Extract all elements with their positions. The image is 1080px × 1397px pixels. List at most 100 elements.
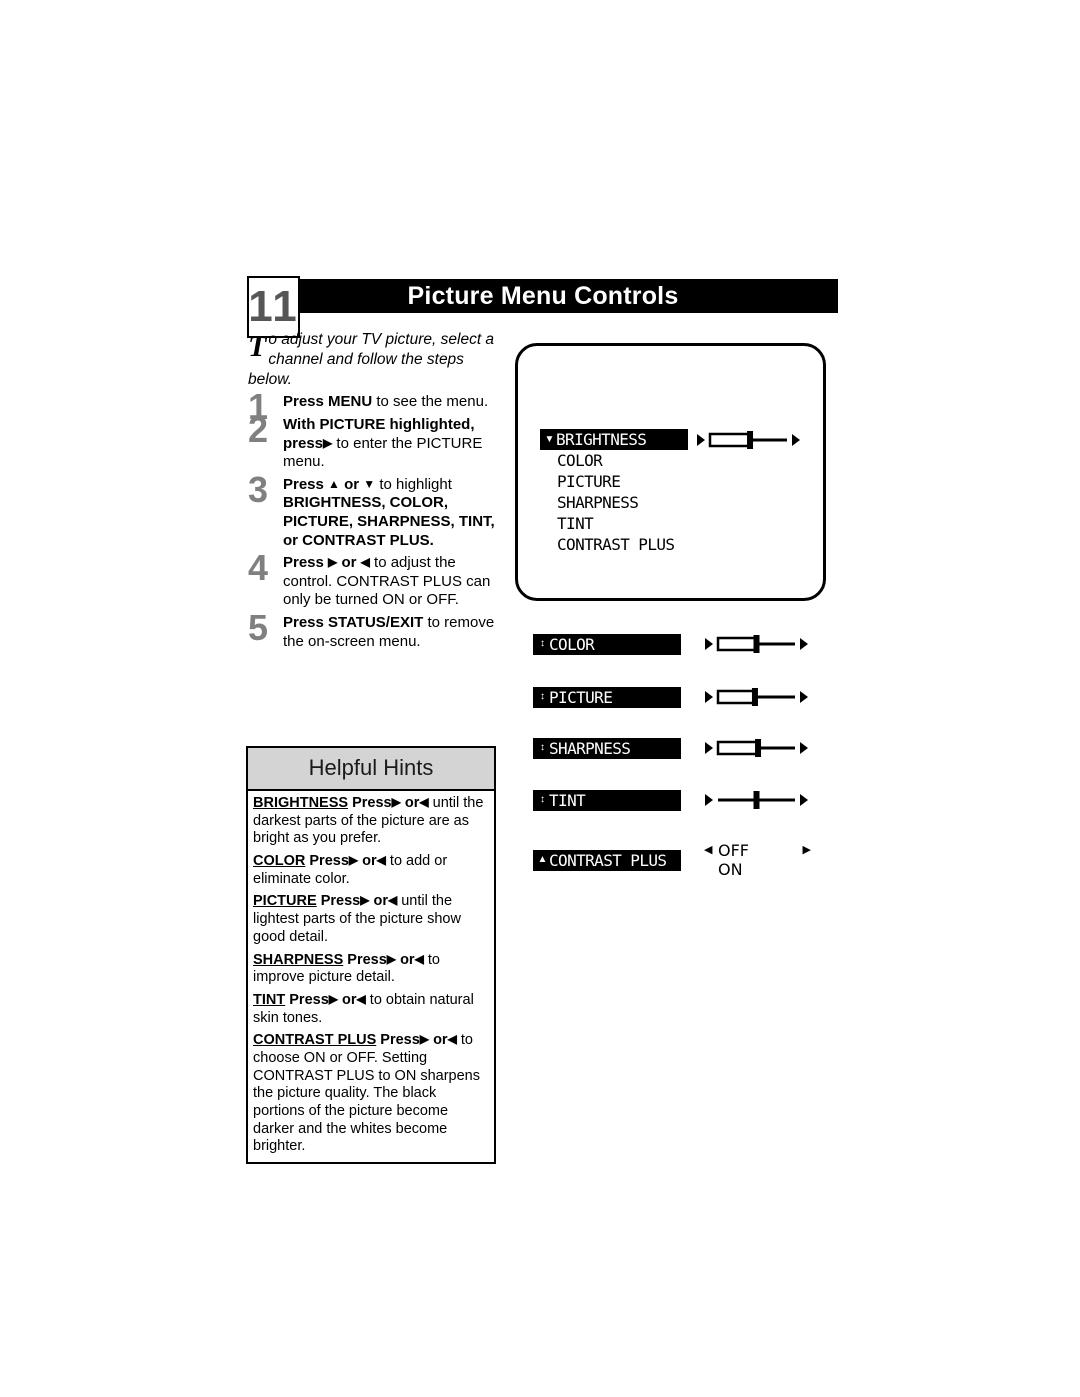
step-lead: Press: [283, 554, 324, 572]
step-lead: Press MENU: [283, 393, 373, 411]
left-arrow-icon: ◀: [376, 853, 386, 868]
instructions-column: To adjust your TV picture, select a chan…: [248, 330, 503, 655]
osd-item-tint[interactable]: TINT: [540, 513, 688, 534]
chapter-number: 11: [248, 282, 299, 331]
intro-paragraph: To adjust your TV picture, select a chan…: [248, 330, 503, 389]
hint-term: PICTURE: [253, 893, 317, 910]
intro-dropcap: T: [248, 330, 267, 363]
osd-item-picture[interactable]: PICTURE: [540, 471, 688, 492]
step-number: 3: [248, 468, 269, 510]
hint-or: or: [373, 893, 388, 910]
osd-detail-label-bar[interactable]: ▲ CONTRAST PLUS: [533, 849, 681, 871]
osd-detail-contrast-plus: ▲ CONTRAST PLUS ◀ OFF ON ▶: [533, 841, 811, 879]
osd-detail-label: SHARPNESS: [549, 738, 631, 758]
hint-body: to choose ON or OFF. Setting CONTRAST PL…: [253, 1032, 480, 1155]
step-4: 4 Press ▶ or ◀ to adjust the control. CO…: [248, 550, 503, 610]
step-3: 3 Press ▲ or ▼ to highlight BRIGHTNESS, …: [248, 471, 503, 550]
hint-or: or: [433, 1032, 448, 1049]
tv-screen-illustration: ▼ BRIGHTNESS COLOR PICTURE SHARPNESS TINT…: [515, 343, 826, 601]
sharpness-slider[interactable]: [704, 737, 809, 759]
osd-detail-sharpness: ↕ SHARPNESS: [533, 737, 809, 759]
tint-slider[interactable]: [704, 789, 809, 811]
step-number: 4: [248, 547, 269, 589]
hint-term: CONTRAST PLUS: [253, 1032, 377, 1049]
left-arrow-icon: ◀: [447, 1032, 457, 1047]
up-arrow-icon: ▲: [537, 854, 548, 865]
step-mid: to highlight: [375, 475, 452, 493]
picture-slider[interactable]: [704, 686, 809, 708]
osd-item-label: BRIGHTNESS: [556, 430, 647, 449]
step-tail: BRIGHTNESS, COLOR, PICTURE, SHARPNESS, T…: [283, 494, 495, 549]
osd-detail-tint: ↕ TINT: [533, 789, 809, 811]
right-arrow-icon: ▶: [419, 1032, 430, 1047]
osd-detail-label: PICTURE: [549, 687, 613, 707]
hint-picture: PICTURE Press▶ or◀ until the lightest pa…: [253, 893, 489, 946]
chapter-badge: 11: [247, 276, 300, 338]
hint-press: Press: [320, 893, 361, 910]
osd-detail-label: TINT: [549, 790, 586, 810]
osd-item-color[interactable]: COLOR: [540, 450, 688, 471]
brightness-slider[interactable]: [696, 429, 801, 451]
up-down-arrow-icon: ↕: [540, 742, 545, 753]
hint-or: or: [400, 951, 415, 968]
osd-detail-label: COLOR: [549, 634, 595, 654]
steps-list: 1 Press MENU to see the menu. 2 With PIC…: [248, 389, 503, 651]
osd-item-brightness[interactable]: ▼ BRIGHTNESS: [540, 429, 688, 450]
left-arrow-icon: ◀: [704, 843, 713, 856]
up-down-arrow-icon: ↕: [540, 691, 545, 702]
hint-press: Press: [347, 951, 387, 968]
hint-term: COLOR: [253, 853, 306, 870]
contrast-plus-onoff-control[interactable]: ◀ OFF ON ▶: [704, 841, 811, 879]
step-number: 5: [248, 607, 269, 649]
hint-term: SHARPNESS: [253, 951, 344, 968]
page-title: Picture Menu Controls: [407, 281, 679, 310]
intro-text: o adjust your TV picture, select a chann…: [248, 331, 495, 388]
osd-item-contrast-plus[interactable]: CONTRAST PLUS: [540, 534, 688, 555]
right-arrow-icon: ▶: [328, 555, 338, 570]
left-arrow-icon: ◀: [360, 555, 370, 570]
osd-detail-label: CONTRAST PLUS: [549, 850, 667, 870]
right-arrow-icon: ▶: [802, 843, 811, 856]
helpful-hints-box: Helpful Hints BRIGHTNESS Press▶ or◀ unti…: [246, 746, 496, 1165]
left-arrow-icon: ◀: [419, 795, 429, 809]
left-arrow-icon: ◀: [387, 893, 398, 908]
right-arrow-icon: ▶: [391, 795, 401, 809]
hint-tint: TINT Press▶ or◀ to obtain natural skin t…: [253, 992, 489, 1027]
up-down-arrow-icon: ↕: [540, 794, 545, 805]
osd-detail-label-bar[interactable]: ↕ SHARPNESS: [533, 737, 681, 759]
helpful-hints-title: Helpful Hints: [248, 748, 494, 791]
right-arrow-icon: ▶: [328, 991, 338, 1006]
step-lead: Press: [283, 475, 324, 493]
hint-press: Press: [352, 795, 392, 811]
osd-item-sharpness[interactable]: SHARPNESS: [540, 492, 688, 513]
hint-press: Press: [289, 991, 329, 1008]
step-or: or: [341, 554, 357, 572]
step-or: or: [344, 475, 360, 493]
hint-or: or: [362, 853, 377, 870]
hint-or: or: [342, 991, 357, 1008]
hint-press: Press: [380, 1032, 420, 1049]
header-bar: Picture Menu Controls: [248, 279, 838, 313]
osd-detail-picture: ↕ PICTURE: [533, 686, 809, 708]
osd-detail-label-bar[interactable]: ↕ COLOR: [533, 633, 681, 655]
hint-sharpness: SHARPNESS Press▶ or◀ to improve picture …: [253, 952, 489, 987]
down-arrow-icon: ▼: [363, 476, 376, 491]
up-down-arrow-icon: ↕: [540, 638, 545, 649]
hint-contrast-plus: CONTRAST PLUS Press▶ or◀ to choose ON or…: [253, 1032, 489, 1156]
up-arrow-icon: ▲: [328, 476, 340, 491]
hint-term: BRIGHTNESS: [253, 795, 349, 811]
hint-term: TINT: [253, 991, 286, 1008]
hint-or: or: [404, 795, 420, 811]
color-slider[interactable]: [704, 633, 809, 655]
right-arrow-icon: ▶: [360, 893, 370, 908]
page-header: Picture Menu Controls 11: [247, 276, 838, 338]
right-arrow-icon: ▶: [348, 853, 359, 868]
osd-detail-label-bar[interactable]: ↕ TINT: [533, 789, 681, 811]
step-1: 1 Press MENU to see the menu.: [248, 389, 503, 425]
helpful-hints-body: BRIGHTNESS Press▶ or◀ until the darkest …: [248, 791, 494, 1162]
osd-detail-label-bar[interactable]: ↕ PICTURE: [533, 686, 681, 708]
right-arrow-icon: ▶: [386, 951, 397, 966]
step-2: 2 With PICTURE highlighted, press▶ to en…: [248, 412, 503, 472]
manual-page: Picture Menu Controls 11 To adjust your …: [0, 0, 1080, 1397]
step-number: 2: [248, 409, 269, 451]
